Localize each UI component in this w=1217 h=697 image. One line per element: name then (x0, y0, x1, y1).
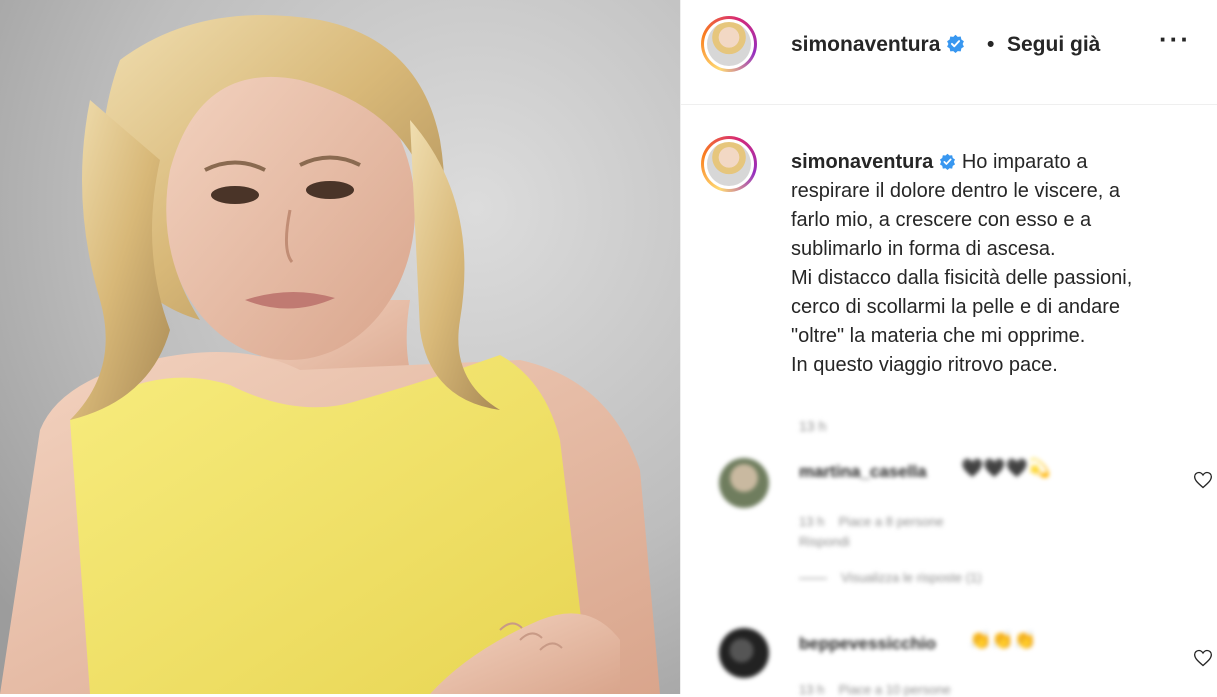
caption-line: respirare il dolore dentro le viscere, a (791, 180, 1121, 202)
view-replies-label[interactable]: Visualizza le risposte (1) (841, 570, 982, 585)
commenter-username[interactable]: martina_casella (799, 462, 927, 482)
avatar-photo (707, 22, 751, 66)
comment-reaction-text: 🖤🖤🖤💫 (961, 458, 1051, 478)
caption-username[interactable]: simonaventura (791, 151, 933, 173)
comment-time: 13 h (799, 514, 825, 529)
verified-badge-icon (947, 34, 965, 53)
heart-outline-icon[interactable] (1193, 648, 1213, 668)
comment-time: 13 h (799, 682, 825, 697)
comment-likes[interactable]: Piace a 8 persone (839, 514, 944, 529)
caption-author-avatar[interactable] (701, 136, 757, 192)
post-details-panel: simonaventura • Segui già ··· simonavent… (680, 0, 1217, 697)
commenter-username[interactable]: beppevessicchio (799, 634, 936, 654)
caption-line: cerco di scollarmi la pelle e di andare (791, 296, 1121, 318)
follow-status-button[interactable]: Segui già (1007, 33, 1100, 57)
heart-outline-icon[interactable] (1193, 470, 1213, 490)
author-username[interactable]: simonaventura (791, 33, 965, 57)
instagram-post-view: simonaventura • Segui già ··· simonavent… (0, 0, 1217, 697)
post-header: simonaventura • Segui già ··· (681, 0, 1217, 105)
caption-line: sublimarlo in forma di ascesa. (791, 238, 1056, 260)
verified-badge-icon (940, 153, 956, 170)
avatar-photo (707, 142, 751, 186)
header-separator: • (987, 33, 995, 56)
comment-meta: 13 h Piace a 8 persone (799, 514, 944, 529)
caption-line: Mi distacco dalla fisicità delle passion… (791, 267, 1133, 289)
replies-divider (799, 578, 827, 580)
comment-likes[interactable]: Piace a 10 persone (839, 682, 951, 697)
commenter-avatar[interactable] (719, 458, 769, 508)
caption-text: simonaventura Ho imparato a respirare il… (791, 148, 1211, 380)
comment-meta: 13 h Piace a 10 persone (799, 682, 951, 697)
post-photo[interactable] (0, 0, 680, 694)
author-avatar[interactable] (701, 16, 757, 72)
woman-portrait-image (0, 0, 680, 694)
caption-timestamp: 13 h (799, 418, 827, 434)
caption-line: farlo mio, a crescere con esso e a (791, 209, 1092, 231)
caption-line: simonaventura Ho imparato a (791, 148, 1211, 177)
caption-line: "oltre" la materia che mi opprime. (791, 325, 1086, 347)
view-replies-button[interactable]: Visualizza le risposte (1) (799, 570, 982, 585)
caption-line: In questo viaggio ritrovo pace. (791, 354, 1058, 376)
author-username-text[interactable]: simonaventura (791, 33, 940, 56)
caption-line-text: Ho imparato a (961, 151, 1088, 173)
more-options-icon[interactable]: ··· (1159, 24, 1191, 55)
reply-button[interactable]: Rispondi (799, 534, 850, 549)
commenter-avatar[interactable] (719, 628, 769, 678)
comment-reaction-text: 👏👏👏 (969, 630, 1037, 650)
